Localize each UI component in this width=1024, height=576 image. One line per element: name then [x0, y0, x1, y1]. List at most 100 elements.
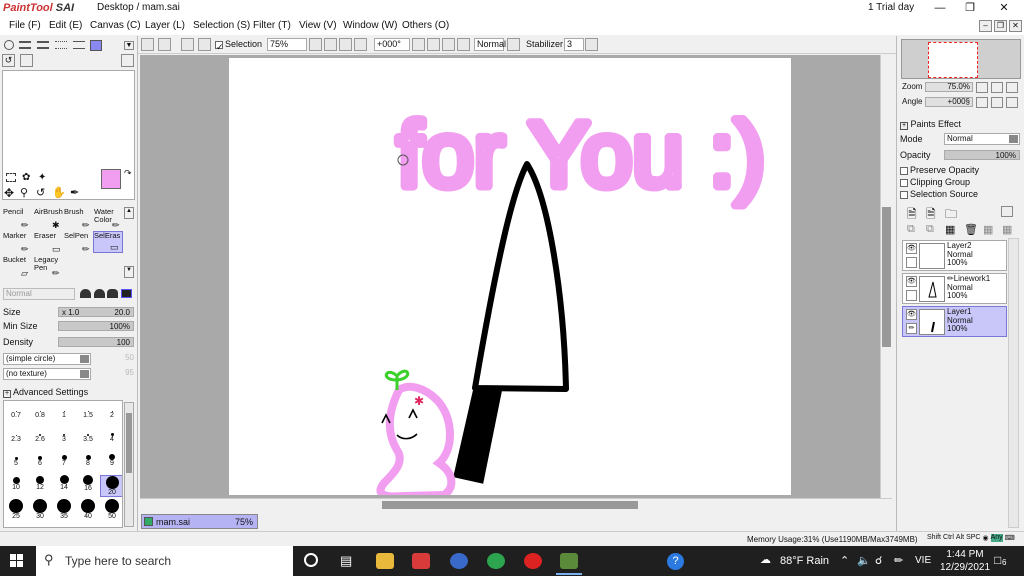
layer-visibility-eye-icon[interactable]: 👁: [906, 309, 917, 320]
horizontal-scroll-thumb[interactable]: [382, 501, 638, 509]
menu-window[interactable]: Window (W): [343, 20, 397, 31]
tool-legacy-pen[interactable]: Legacy Pen ✏: [34, 256, 64, 278]
brush-size-option[interactable]: 2: [100, 403, 122, 419]
mdi-close-button[interactable]: ✕: [1009, 20, 1022, 32]
magic-wand-icon[interactable]: ✦: [38, 172, 46, 183]
vertical-scroll-thumb[interactable]: [882, 207, 891, 347]
tool-scroll-up-icon[interactable]: ▲: [124, 207, 134, 219]
preserve-opacity-option[interactable]: Preserve Opacity: [900, 165, 979, 175]
clipping-group-option[interactable]: Clipping Group: [900, 177, 970, 187]
layer-up-icon[interactable]: ▦: [1002, 223, 1012, 236]
selection-checkbox[interactable]: ✓: [215, 40, 224, 52]
panel-settings-icon[interactable]: [121, 54, 134, 67]
layer-down-icon[interactable]: ▦: [983, 223, 993, 236]
navigator-preview[interactable]: [901, 39, 1021, 79]
flip-button[interactable]: [507, 38, 520, 51]
brush-shape-strength[interactable]: 50: [95, 353, 134, 365]
hsv-slider-icon[interactable]: [37, 41, 49, 49]
zoom-in-button[interactable]: [339, 38, 352, 51]
brush-size-option[interactable]: 0.7: [4, 403, 28, 419]
brush-size-option[interactable]: 4: [100, 427, 122, 443]
tool-seleras[interactable]: SelEras ▭: [93, 231, 123, 253]
weather-icon[interactable]: ☁: [760, 553, 771, 566]
chrome-icon[interactable]: [487, 553, 505, 569]
file-explorer-icon[interactable]: [376, 553, 394, 569]
messenger-icon[interactable]: [450, 553, 468, 569]
nav-rotate-right-button[interactable]: [991, 97, 1003, 108]
rotate-icon[interactable]: ↺: [36, 186, 45, 199]
canvas-horizontal-scrollbar[interactable]: [140, 498, 892, 510]
menu-layer[interactable]: Layer (L): [145, 20, 185, 31]
volume-icon[interactable]: 🔈: [857, 554, 871, 567]
zoom-dropdown-button[interactable]: [309, 38, 322, 51]
brush-size-option[interactable]: 12: [28, 475, 52, 491]
nav-rotate-left-button[interactable]: [976, 97, 988, 108]
tray-chevron-icon[interactable]: ⌃: [840, 554, 849, 567]
density-slider[interactable]: 100: [58, 337, 134, 347]
merge-down-icon[interactable]: ⧉: [926, 223, 934, 236]
brush-size-option[interactable]: 30: [28, 499, 52, 520]
tool-pencil[interactable]: Pencil ✏: [3, 208, 33, 230]
brush-texture-select[interactable]: (no texture): [3, 368, 91, 380]
brush-size-option[interactable]: 1: [52, 403, 76, 419]
zoom-icon[interactable]: ⚲: [20, 186, 28, 199]
network-icon[interactable]: ☌: [875, 554, 882, 567]
brush-size-option[interactable]: 14: [52, 475, 76, 491]
undo-icon[interactable]: ↺: [2, 54, 15, 67]
tool-selpen[interactable]: SelPen ✏: [64, 232, 94, 254]
brush-size-option[interactable]: 3.5: [76, 427, 100, 443]
layer-item-layer2[interactable]: 👁 Layer2 Normal 100%: [902, 240, 1007, 271]
zoom-reset-button[interactable]: [354, 38, 367, 51]
clock-date[interactable]: 12/29/2021: [940, 562, 990, 573]
nav-angle-value[interactable]: +000§: [925, 97, 973, 107]
brush-size-option[interactable]: 35: [52, 499, 76, 520]
brush-size-option[interactable]: 1.5: [76, 403, 100, 419]
tool-eraser[interactable]: Eraser ▭: [34, 232, 64, 254]
color-wheel-icon[interactable]: [4, 40, 14, 50]
hand-icon[interactable]: ✋: [52, 186, 66, 199]
nav-zoom-out-button[interactable]: [976, 82, 988, 93]
brush-size-option[interactable]: 3: [52, 427, 76, 443]
menu-edit[interactable]: Edit (E): [49, 20, 82, 31]
menu-canvas[interactable]: Canvas (C): [90, 20, 141, 31]
layer-list-scrollbar[interactable]: [1008, 238, 1019, 528]
brush-size-option[interactable]: 0.8: [28, 403, 52, 419]
size-slider[interactable]: x 1.0 20.0: [58, 307, 134, 317]
menu-view[interactable]: View (V): [299, 20, 337, 31]
brush-size-option[interactable]: 25: [4, 499, 28, 520]
layer-edit-icon[interactable]: ✏: [906, 323, 917, 334]
scratchpad-icon[interactable]: [90, 40, 102, 51]
color-mixer-icon[interactable]: [55, 41, 67, 49]
rgb-slider-icon[interactable]: [19, 41, 31, 49]
menu-selection[interactable]: Selection (S): [193, 20, 250, 31]
clear-layer-icon[interactable]: ▦: [945, 223, 955, 236]
cortana-icon[interactable]: [304, 553, 318, 567]
selection-toggle[interactable]: ✓Selection: [215, 39, 262, 52]
brush-size-option[interactable]: 10: [4, 475, 28, 491]
preserve-opacity-checkbox[interactable]: [900, 166, 908, 175]
tool-bucket[interactable]: Bucket ▱: [3, 256, 33, 278]
drawing-canvas[interactable]: for You :) ✱: [229, 58, 791, 501]
brush-size-option[interactable]: 40: [76, 499, 100, 520]
language-indicator[interactable]: VIE: [915, 555, 931, 566]
advanced-settings-toggle[interactable]: + Advanced Settings: [3, 387, 88, 398]
taskbar-search-box[interactable]: ⚲ Type here to search: [36, 546, 293, 576]
eyedropper-icon[interactable]: ✒: [70, 186, 79, 199]
primary-color-swatch[interactable]: [101, 169, 121, 189]
layer-lock-box[interactable]: [906, 290, 917, 301]
task-view-icon[interactable]: ▤: [340, 553, 352, 569]
brush-size-option[interactable]: 9: [100, 451, 122, 467]
layer-lock-box[interactable]: [906, 257, 917, 268]
brush-size-option[interactable]: 8: [76, 451, 100, 467]
swap-colors-icon[interactable]: ↷: [124, 168, 132, 179]
nav-zoom-in-button[interactable]: [991, 82, 1003, 93]
deselect-button[interactable]: [181, 38, 194, 51]
copy-layer-icon[interactable]: ⧉: [907, 223, 915, 236]
brush-shape-select[interactable]: (simple circle): [3, 353, 91, 365]
mdi-minimize-button[interactable]: –: [979, 20, 992, 32]
menu-filter[interactable]: Filter (T): [253, 20, 291, 31]
canvas-vertical-scrollbar[interactable]: [880, 55, 892, 498]
layer-panel-settings-icon[interactable]: [1001, 206, 1013, 217]
minimize-button[interactable]: —: [926, 0, 954, 17]
brush-size-scrollbar[interactable]: [124, 402, 134, 527]
